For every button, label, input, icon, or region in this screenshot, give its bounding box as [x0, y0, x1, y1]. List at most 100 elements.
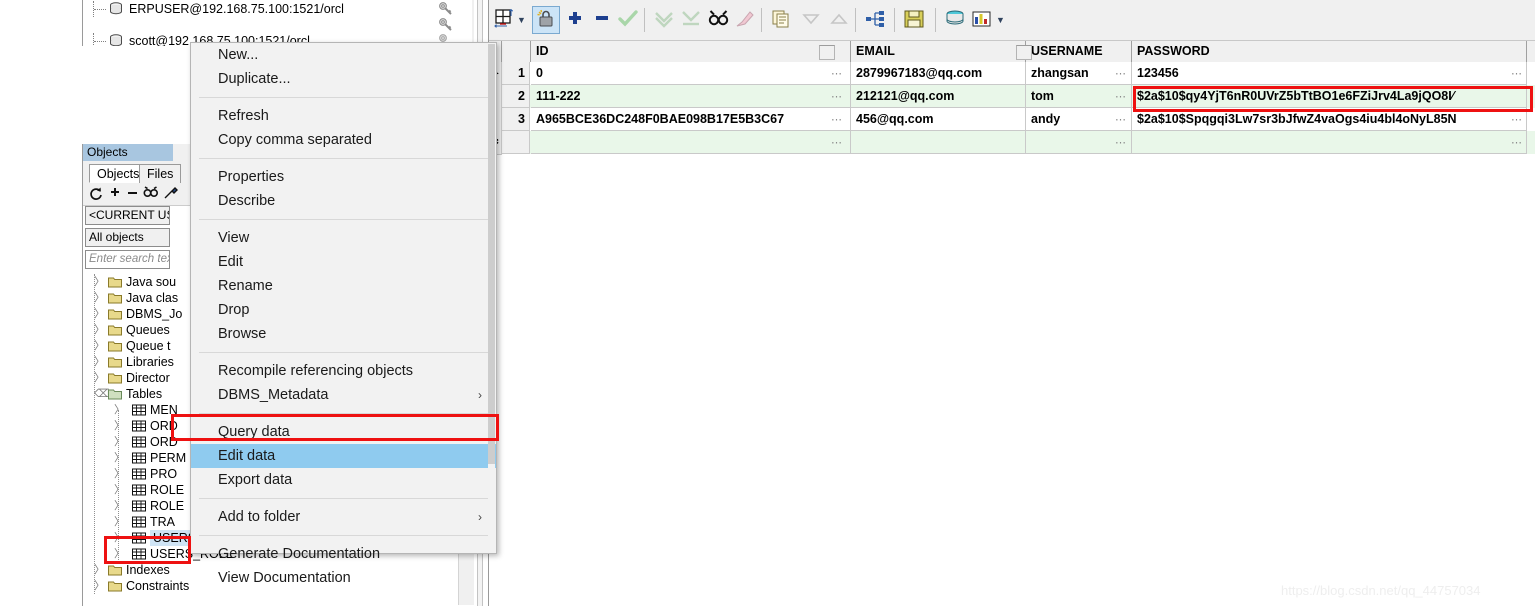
menu-item-edit-data[interactable]: Edit data — [191, 444, 496, 468]
menu-item-view[interactable]: View — [191, 226, 496, 250]
menu-item-edit[interactable]: Edit — [191, 250, 496, 274]
menu-item-rename[interactable]: Rename — [191, 274, 496, 298]
chevron-down-icon[interactable]: ▼ — [996, 15, 1005, 39]
column-resize-handle[interactable] — [819, 45, 835, 60]
menu-item-describe[interactable]: Describe — [191, 189, 496, 213]
chevron-right-icon[interactable]: 〉 — [114, 420, 125, 432]
menu-item-query-data[interactable]: Query data — [191, 420, 496, 444]
column-resize-handle[interactable] — [1016, 45, 1032, 60]
chevron-right-icon[interactable]: 〉 — [114, 404, 125, 416]
object-type-selector[interactable]: All objects — [85, 228, 170, 247]
menu-item-export-data[interactable]: Export data — [191, 468, 496, 492]
menu-item-add-to-folder[interactable]: Add to folder › — [191, 505, 496, 529]
menu-item-new[interactable]: New... — [191, 43, 496, 67]
refresh-icon[interactable] — [88, 186, 104, 202]
relations-icon[interactable] — [864, 8, 886, 32]
cell-overflow-ellipsis[interactable]: ⋯ — [1115, 113, 1127, 126]
cell-email[interactable]: 212121@qq.com — [851, 85, 1026, 108]
remove-icon[interactable] — [126, 186, 140, 200]
chevron-right-icon[interactable]: 〉 — [94, 292, 105, 304]
menu-item-refresh[interactable]: Refresh — [191, 104, 496, 128]
chevron-right-icon[interactable]: 〉 — [114, 436, 125, 448]
menu-item-view-documentation[interactable]: View Documentation — [191, 566, 496, 590]
column-header-username[interactable]: USERNAME — [1026, 41, 1132, 62]
cell-overflow-ellipsis[interactable]: ⋯ — [831, 90, 843, 103]
chevron-right-icon[interactable]: 〉 — [114, 452, 125, 464]
chevron-right-icon[interactable]: 〉 — [94, 324, 105, 336]
cell-overflow-ellipsis[interactable]: ⋯ — [1115, 136, 1127, 149]
chevron-right-icon[interactable]: 〉 — [114, 516, 125, 528]
search-input[interactable]: Enter search tex — [85, 250, 170, 269]
context-menu[interactable]: New... Duplicate... Refresh Copy comma s… — [190, 42, 497, 586]
find-icon[interactable] — [707, 8, 729, 32]
cell-password[interactable]: 123456 — [1132, 62, 1527, 85]
cell-password[interactable]: $2a$10$Spqgqi3Lw7sr3bJfwZ4vaOgs4iu4bl4oN… — [1132, 108, 1527, 131]
remove-record-icon[interactable] — [592, 8, 612, 32]
export-db-icon[interactable] — [944, 8, 966, 32]
cell-overflow-ellipsis[interactable]: ⋯ — [831, 67, 843, 80]
chevron-right-icon[interactable]: 〉 — [114, 532, 125, 544]
context-menu-scrollbar[interactable] — [488, 44, 495, 552]
menu-item-copy-comma-separated[interactable]: Copy comma separated — [191, 128, 496, 152]
menu-item-browse[interactable]: Browse — [191, 322, 496, 346]
chevron-right-icon[interactable]: 〉 — [114, 500, 125, 512]
cell-overflow-ellipsis[interactable]: ⋯ — [1511, 136, 1523, 149]
table-row[interactable]: 2 111-222 ⋯ 212121@qq.com tom ⋯ $2a$10$q… — [489, 85, 1535, 109]
cell-id[interactable] — [531, 131, 851, 154]
chevron-right-icon[interactable]: 〉 — [94, 276, 105, 288]
cell-id[interactable]: 0 — [531, 62, 851, 85]
data-grid[interactable]: ID EMAIL USERNAME PASSWORD ▶ 1 0 ⋯ 28799… — [489, 41, 1535, 606]
chevron-right-icon[interactable]: 〉 — [94, 564, 105, 576]
cell-email[interactable]: 2879967183@qq.com — [851, 62, 1026, 85]
find-icon[interactable] — [143, 186, 159, 202]
chevron-right-icon[interactable]: 〉 — [94, 356, 105, 368]
table-row[interactable]: ▶ 1 0 ⋯ 2879967183@qq.com zhangsan ⋯ 123… — [489, 62, 1535, 86]
connection-row[interactable]: ERPUSER@192.168.75.100:1521/orcl — [83, 1, 473, 17]
filter-icon[interactable] — [163, 186, 179, 202]
chevron-right-icon[interactable]: 〉 — [114, 484, 125, 496]
column-header-email[interactable]: EMAIL — [851, 41, 1026, 62]
lock-edit-icon[interactable] — [535, 8, 557, 32]
chevron-down-icon[interactable]: ⌫ — [94, 388, 110, 400]
cell-password[interactable]: $2a$10$qy4YjT6nR0UVrZ5bTtBO1e6FZiJrv4La9… — [1132, 85, 1527, 108]
schema-selector[interactable]: <CURRENT USE — [85, 206, 170, 225]
copy-rows-icon[interactable] — [770, 8, 792, 32]
menu-item-recompile-referencing-objects[interactable]: Recompile referencing objects — [191, 359, 496, 383]
cell-overflow-ellipsis[interactable]: ⋯ — [1115, 90, 1127, 103]
chart-icon[interactable] — [971, 8, 993, 32]
add-icon[interactable] — [108, 186, 122, 200]
menu-item-dbms-metadata[interactable]: DBMS_Metadata › — [191, 383, 496, 407]
menu-item-duplicate[interactable]: Duplicate... — [191, 67, 496, 91]
save-icon[interactable] — [903, 8, 925, 32]
chevron-right-icon[interactable]: 〉 — [114, 468, 125, 480]
chevron-right-icon[interactable]: 〉 — [94, 308, 105, 320]
chevron-right-icon[interactable]: 〉 — [94, 340, 105, 352]
cell-overflow-ellipsis[interactable]: ⋯ — [1511, 67, 1523, 80]
table-row[interactable]: 3 A965BCE36DC248F0BAE098B17E5B3C67 ⋯ 456… — [489, 108, 1535, 132]
cell-id[interactable]: 111-222 — [531, 85, 851, 108]
chevron-right-icon[interactable]: 〉 — [94, 580, 105, 592]
chevron-down-icon[interactable]: ▼ — [517, 15, 526, 39]
cell-email[interactable]: 456@qq.com — [851, 108, 1026, 131]
cell-password[interactable] — [1132, 131, 1527, 154]
cell-email[interactable] — [851, 131, 1026, 154]
column-header-id[interactable]: ID — [531, 41, 851, 62]
add-record-icon[interactable] — [565, 8, 585, 32]
chevron-right-icon[interactable]: 〉 — [94, 372, 105, 384]
grid-layout-icon[interactable] — [493, 8, 515, 32]
new-record-row[interactable]: ✱ ⋯ ⋯ ⋯ — [489, 131, 1535, 155]
scrollbar-thumb[interactable] — [488, 44, 495, 464]
menu-item-drop[interactable]: Drop — [191, 298, 496, 322]
cell-overflow-ellipsis[interactable]: ⋯ — [831, 113, 843, 126]
connections-tree[interactable]: ERPUSER@192.168.75.100:1521/orcl scott@1… — [82, 0, 474, 46]
menu-item-generate-documentation[interactable]: Generate Documentation — [191, 542, 496, 566]
cell-id[interactable]: A965BCE36DC248F0BAE098B17E5B3C67 — [531, 108, 851, 131]
tree-item-label: TRA — [150, 515, 175, 529]
chevron-right-icon[interactable]: 〉 — [114, 548, 125, 560]
column-header-password[interactable]: PASSWORD — [1132, 41, 1527, 62]
menu-item-properties[interactable]: Properties — [191, 165, 496, 189]
cell-overflow-ellipsis[interactable]: ⋯ — [831, 136, 843, 149]
cell-overflow-ellipsis[interactable]: ⋯ — [1511, 113, 1523, 126]
tab-files[interactable]: Files — [139, 164, 182, 183]
cell-overflow-ellipsis[interactable]: ⋯ — [1115, 67, 1127, 80]
